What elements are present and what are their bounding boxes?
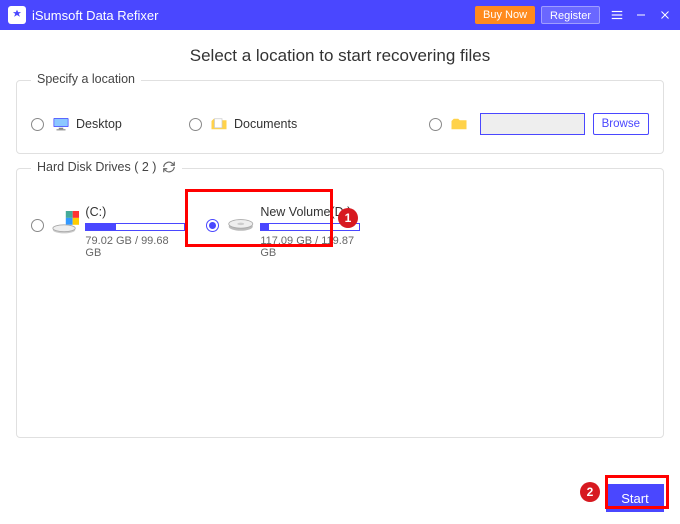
drive-d-size: 117.09 GB / 119.87 GB [260, 235, 371, 259]
app-logo-icon [8, 6, 26, 24]
start-button[interactable]: Start [606, 484, 664, 512]
annotation-badge-2: 2 [580, 482, 600, 502]
documents-label: Documents [234, 117, 297, 131]
desktop-label: Desktop [76, 117, 122, 131]
location-browse[interactable]: Browse [429, 113, 649, 135]
minimize-icon[interactable] [634, 8, 648, 22]
drive-d[interactable]: New Volume(D:) 117.09 GB / 119.87 GB [206, 205, 371, 259]
drive-d-usage-bar [260, 223, 360, 231]
specify-location-title: Specify a location [31, 72, 141, 86]
close-icon[interactable] [658, 8, 672, 22]
titlebar: iSumsoft Data Refixer Buy Now Register [0, 0, 680, 30]
specify-location-panel: Specify a location Desktop Documents Bro… [16, 80, 664, 154]
drive-d-name: New Volume(D:) [260, 205, 371, 219]
radio-drive-c[interactable] [31, 219, 44, 232]
radio-browse[interactable] [429, 118, 442, 131]
location-documents[interactable]: Documents [189, 116, 359, 132]
drive-c-icon [52, 211, 80, 235]
drive-c[interactable]: (C:) 79.02 GB / 99.68 GB [31, 205, 186, 259]
menu-icon[interactable] [610, 8, 624, 22]
app-title: iSumsoft Data Refixer [32, 8, 158, 23]
drive-d-icon [227, 211, 255, 235]
location-desktop[interactable]: Desktop [31, 116, 181, 132]
drive-c-usage-bar [85, 223, 185, 231]
page-heading: Select a location to start recovering fi… [16, 46, 664, 66]
documents-icon [210, 116, 228, 132]
browse-path-input[interactable] [480, 113, 585, 135]
hard-drives-panel: Hard Disk Drives ( 2 ) (C:) [16, 168, 664, 438]
desktop-icon [52, 116, 70, 132]
hard-drives-title: Hard Disk Drives ( 2 ) [37, 160, 156, 174]
drive-c-name: (C:) [85, 205, 186, 219]
refresh-icon[interactable] [162, 160, 176, 174]
browse-button[interactable]: Browse [593, 113, 649, 135]
folder-icon [450, 116, 468, 132]
drive-c-size: 79.02 GB / 99.68 GB [85, 235, 186, 259]
buy-now-button[interactable]: Buy Now [475, 6, 535, 24]
register-button[interactable]: Register [541, 6, 600, 24]
radio-drive-d[interactable] [206, 219, 219, 232]
radio-documents[interactable] [189, 118, 202, 131]
radio-desktop[interactable] [31, 118, 44, 131]
